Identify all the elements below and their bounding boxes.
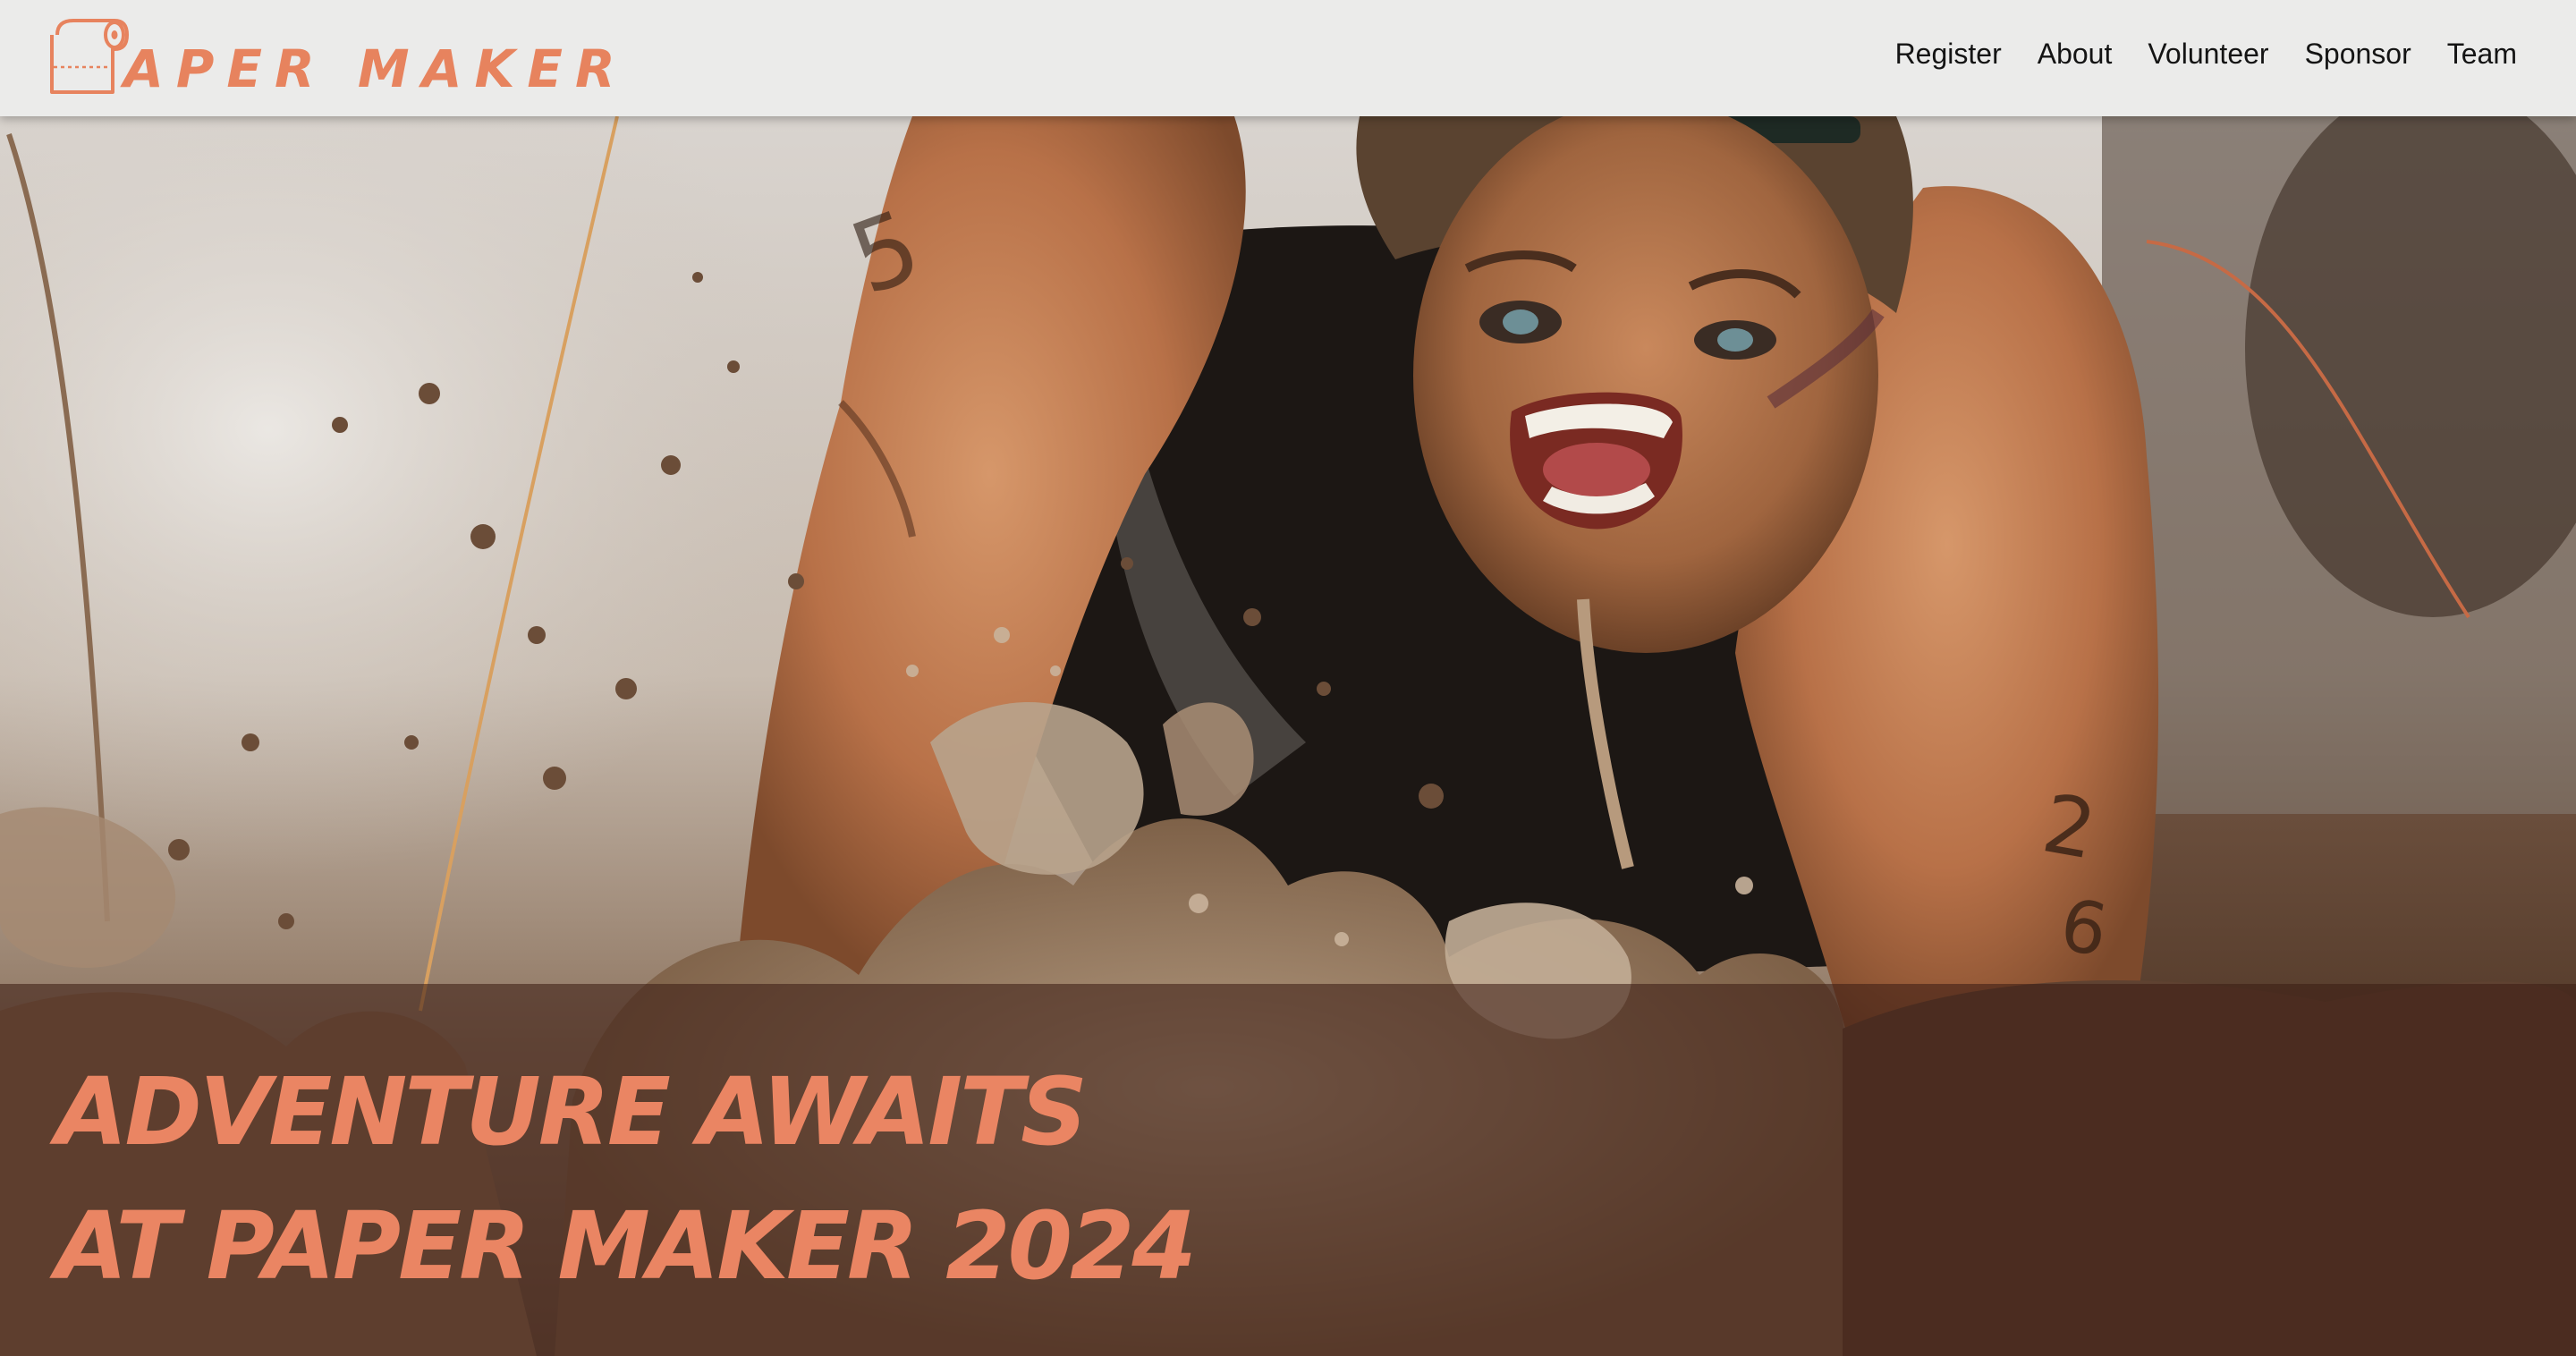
- toilet-paper-roll-icon: [50, 19, 129, 94]
- hero-headline: ADVENTURE AWAITS AT PAPER MAKER 2024: [55, 1045, 1197, 1313]
- page: APER MAKER Register About Volunteer Spon…: [0, 0, 2576, 1356]
- hero-headline-line-1: ADVENTURE AWAITS: [55, 1057, 1088, 1166]
- site-header: APER MAKER Register About Volunteer Spon…: [0, 0, 2576, 116]
- nav-team[interactable]: Team: [2447, 38, 2517, 71]
- brand-name: APER MAKER: [123, 38, 628, 99]
- main-nav: Register About Volunteer Sponsor Team: [1895, 38, 2517, 71]
- hero-headline-line-2: AT PAPER MAKER 2024: [55, 1191, 1197, 1301]
- nav-volunteer[interactable]: Volunteer: [2148, 38, 2268, 71]
- nav-sponsor[interactable]: Sponsor: [2305, 38, 2411, 71]
- nav-about[interactable]: About: [2038, 38, 2113, 71]
- nav-register[interactable]: Register: [1895, 38, 2002, 71]
- brand-logo-link[interactable]: APER MAKER: [48, 11, 628, 100]
